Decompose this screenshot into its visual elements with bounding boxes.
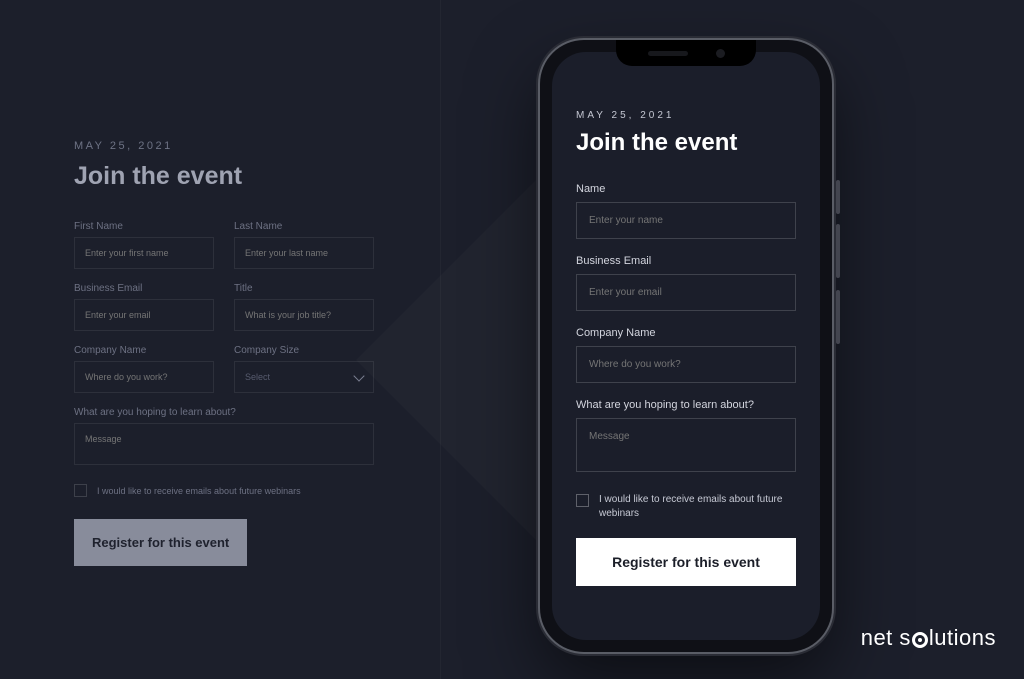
row-company: Company Name Company Size Select	[74, 345, 374, 393]
phone-side-button	[836, 224, 840, 278]
mobile-event-date: MAY 25, 2021	[576, 110, 796, 121]
brand-part2: lutions	[929, 625, 996, 651]
topic-textarea[interactable]	[74, 423, 374, 465]
title-label: Title	[234, 283, 374, 294]
phone-notch	[616, 40, 756, 66]
company-size-value: Select	[245, 372, 270, 382]
title-input[interactable]	[234, 299, 374, 331]
row-name: First Name Last Name	[74, 221, 374, 269]
company-input[interactable]	[74, 361, 214, 393]
first-name-label: First Name	[74, 221, 214, 232]
last-name-label: Last Name	[234, 221, 374, 232]
first-name-input[interactable]	[74, 237, 214, 269]
consent-row: I would like to receive emails about fut…	[74, 484, 374, 497]
company-size-select[interactable]: Select	[234, 361, 374, 393]
mobile-company-input[interactable]	[576, 346, 796, 383]
mobile-name-input[interactable]	[576, 202, 796, 239]
consent-checkbox[interactable]	[74, 484, 87, 497]
row-contact: Business Email Title	[74, 283, 374, 331]
consent-text: I would like to receive emails about fut…	[97, 486, 301, 496]
email-label: Business Email	[74, 283, 214, 294]
chevron-down-icon	[353, 370, 364, 381]
register-button[interactable]: Register for this event	[74, 519, 247, 566]
event-date: MAY 25, 2021	[74, 140, 374, 152]
phone-frame: MAY 25, 2021 Join the event Name Busines…	[540, 40, 832, 652]
brand-part1: net s	[861, 625, 911, 651]
company-size-label: Company Size	[234, 345, 374, 356]
phone-side-button	[836, 290, 840, 344]
mobile-topic-label: What are you hoping to learn about?	[576, 399, 796, 411]
brand-o-icon	[912, 632, 928, 648]
desktop-form: MAY 25, 2021 Join the event First Name L…	[74, 140, 374, 566]
mobile-name-label: Name	[576, 183, 796, 195]
company-label: Company Name	[74, 345, 214, 356]
mobile-email-input[interactable]	[576, 274, 796, 311]
email-input[interactable]	[74, 299, 214, 331]
mobile-company-label: Company Name	[576, 327, 796, 339]
mobile-topic-textarea[interactable]	[576, 418, 796, 472]
camera-icon	[716, 49, 725, 58]
brand-logo: net s lutions	[861, 625, 996, 651]
mobile-page-title: Join the event	[576, 129, 796, 157]
mobile-consent-row: I would like to receive emails about fut…	[576, 493, 796, 520]
mobile-email-label: Business Email	[576, 255, 796, 267]
last-name-input[interactable]	[234, 237, 374, 269]
phone-side-button	[836, 180, 840, 214]
phone-screen: MAY 25, 2021 Join the event Name Busines…	[552, 52, 820, 640]
mobile-consent-text: I would like to receive emails about fut…	[599, 493, 796, 520]
topic-label: What are you hoping to learn about?	[74, 407, 374, 418]
layout-divider	[440, 0, 441, 679]
mobile-register-button[interactable]: Register for this event	[576, 538, 796, 586]
speaker-icon	[648, 51, 688, 56]
mobile-consent-checkbox[interactable]	[576, 494, 589, 507]
page-title: Join the event	[74, 162, 374, 191]
